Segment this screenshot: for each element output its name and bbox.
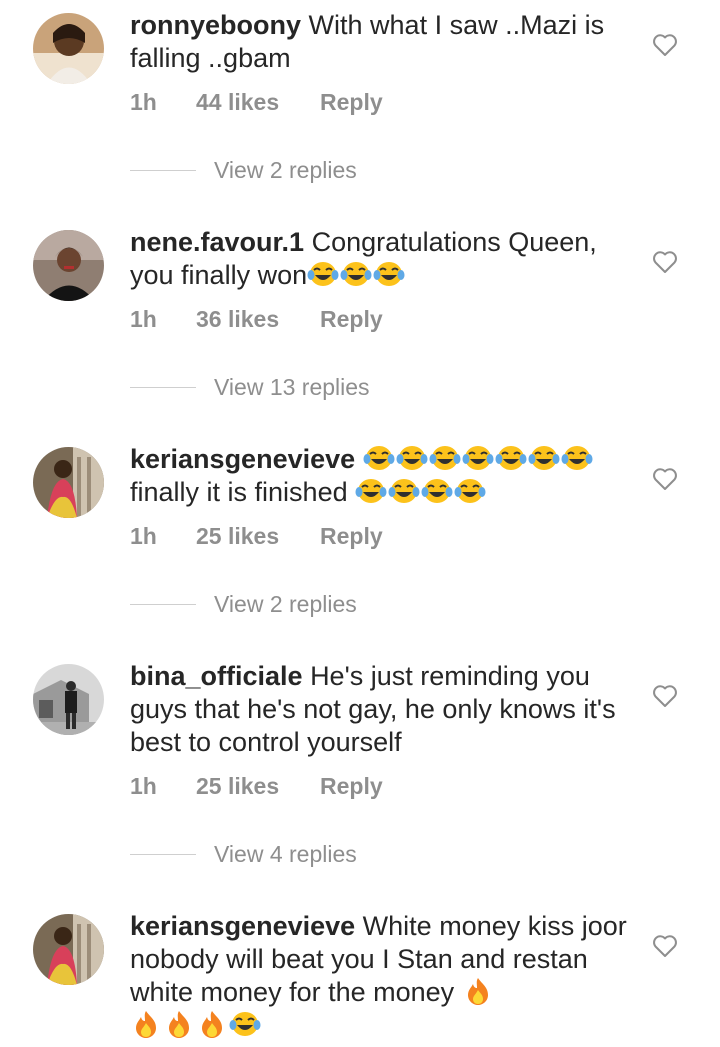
comment-time: 1h: [130, 523, 157, 549]
comment-body: keriansgenevieve White money kiss joor n…: [130, 910, 635, 1042]
replies-divider: [130, 854, 196, 855]
tears-of-joy-emoji: [561, 443, 593, 473]
avatar[interactable]: [33, 13, 104, 84]
emoji-group: [355, 477, 487, 507]
reply-button[interactable]: Reply: [320, 89, 383, 116]
tears-of-joy-emoji: [454, 476, 486, 506]
reply-button[interactable]: Reply: [320, 773, 383, 800]
like-count[interactable]: 36 likes: [196, 306, 320, 333]
comment-body: nene.favour.1 Congratulations Queen, you…: [130, 226, 635, 292]
tears-of-joy-emoji: [340, 259, 372, 289]
reply-button[interactable]: Reply: [320, 306, 383, 333]
view-replies-button[interactable]: View 2 replies: [130, 157, 357, 184]
like-count[interactable]: 25 likes: [196, 773, 320, 800]
fire-emoji: [163, 1009, 195, 1039]
comment-meta: 1h 25 likes Reply: [130, 773, 383, 800]
avatar[interactable]: [33, 447, 104, 518]
tears-of-joy-emoji: [396, 443, 428, 473]
fire-emoji: [130, 1009, 162, 1039]
emoji-group: [462, 977, 495, 1007]
avatar[interactable]: [33, 914, 104, 985]
tears-of-joy-emoji: [462, 443, 494, 473]
username[interactable]: ronnyeboony: [130, 10, 301, 40]
like-heart-icon[interactable]: [652, 467, 678, 491]
emoji-group: [307, 260, 406, 290]
username[interactable]: keriansgenevieve: [130, 911, 355, 941]
tears-of-joy-emoji: [363, 443, 395, 473]
comment-meta: 1h 44 likes Reply: [130, 89, 383, 116]
username[interactable]: keriansgenevieve: [130, 444, 355, 474]
tears-of-joy-emoji: [528, 443, 560, 473]
username[interactable]: nene.favour.1: [130, 227, 304, 257]
tears-of-joy-emoji: [388, 476, 420, 506]
like-count[interactable]: 44 likes: [196, 89, 320, 116]
view-replies-button[interactable]: View 2 replies: [130, 591, 357, 618]
comment-time: 1h: [130, 89, 157, 115]
view-replies-button[interactable]: View 4 replies: [130, 841, 357, 868]
comment-time: 1h: [130, 773, 157, 799]
like-heart-icon[interactable]: [652, 684, 678, 708]
reply-button[interactable]: Reply: [320, 523, 383, 550]
comment-text: finally it is finished: [130, 477, 348, 507]
replies-divider: [130, 387, 196, 388]
comment-body: ronnyeboony With what I saw ..Mazi is fa…: [130, 9, 635, 75]
tears-of-joy-emoji: [229, 1009, 261, 1039]
replies-divider: [130, 604, 196, 605]
tears-of-joy-emoji: [421, 476, 453, 506]
comment-body: bina_officiale He's just reminding you g…: [130, 660, 635, 759]
view-replies-label: View 2 replies: [214, 157, 357, 183]
view-replies-label: View 2 replies: [214, 591, 357, 617]
tears-of-joy-emoji: [429, 443, 461, 473]
comment-body: keriansgenevieve finally it is finished: [130, 443, 635, 509]
like-heart-icon[interactable]: [652, 33, 678, 57]
username[interactable]: bina_officiale: [130, 661, 303, 691]
comment-meta: 1h 25 likes Reply: [130, 523, 383, 550]
emoji-group: [130, 1010, 262, 1040]
avatar[interactable]: [33, 664, 104, 735]
fire-emoji: [196, 1009, 228, 1039]
tears-of-joy-emoji: [373, 259, 405, 289]
comment-time: 1h: [130, 306, 157, 332]
comment-meta: 1h 36 likes Reply: [130, 306, 383, 333]
like-heart-icon[interactable]: [652, 934, 678, 958]
tears-of-joy-emoji: [307, 259, 339, 289]
view-replies-label: View 4 replies: [214, 841, 357, 867]
like-heart-icon[interactable]: [652, 250, 678, 274]
view-replies-label: View 13 replies: [214, 374, 370, 400]
like-count[interactable]: 25 likes: [196, 523, 320, 550]
replies-divider: [130, 170, 196, 171]
tears-of-joy-emoji: [355, 476, 387, 506]
view-replies-button[interactable]: View 13 replies: [130, 374, 370, 401]
avatar[interactable]: [33, 230, 104, 301]
emoji-group: [363, 444, 594, 474]
fire-emoji: [462, 976, 494, 1006]
tears-of-joy-emoji: [495, 443, 527, 473]
